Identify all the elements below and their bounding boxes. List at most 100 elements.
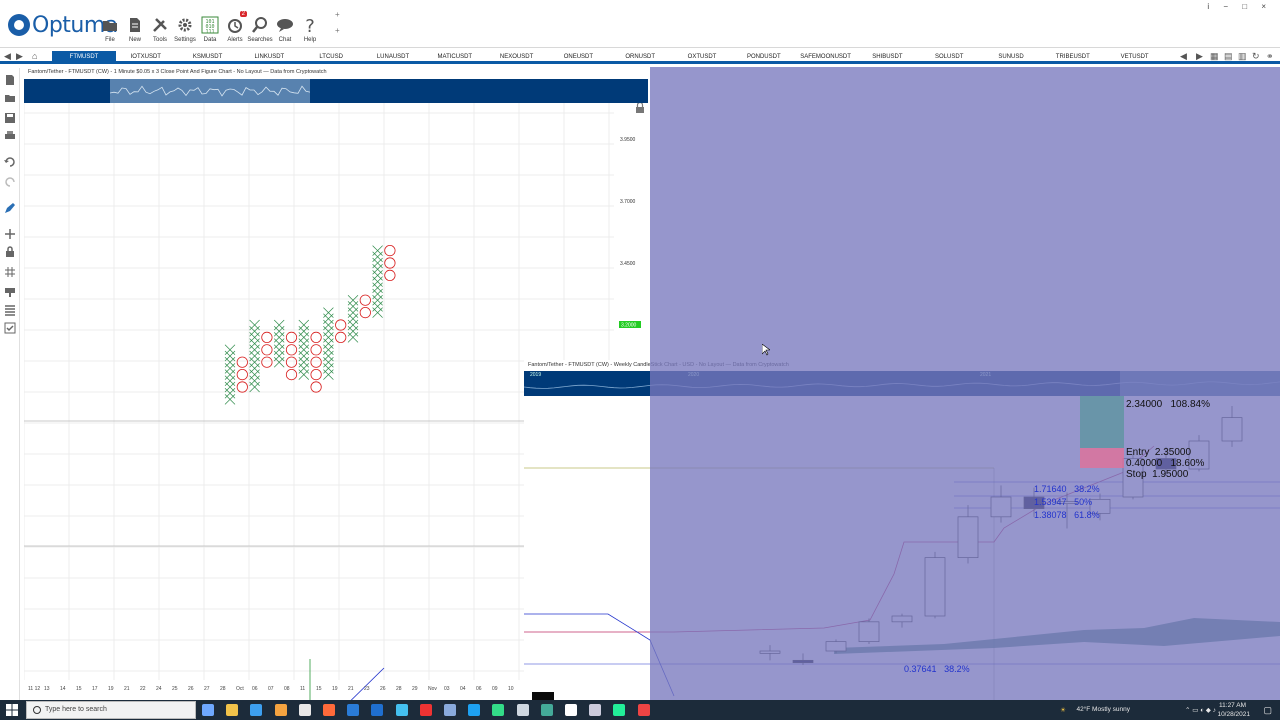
app-icon-18[interactable] (613, 704, 626, 716)
app-icon-10[interactable] (419, 704, 432, 716)
help-button[interactable]: ? Help (296, 14, 324, 46)
link-icon[interactable]: ⚭ (1266, 51, 1274, 62)
pf-date-label: 15 (76, 686, 82, 692)
clock-date[interactable]: 10/28/2021 (1217, 711, 1250, 718)
add-toolbar-icon[interactable]: + (335, 10, 340, 19)
back-arrow-icon[interactable]: ◀ (4, 51, 11, 62)
refresh-icon[interactable]: ↻ (1252, 51, 1260, 62)
tab-sunusd[interactable]: SUNUSD (979, 51, 1043, 63)
tab-lunausdt[interactable]: LUNAUSDT (361, 51, 425, 63)
tab-ornusdt[interactable]: ORNUSDT (608, 51, 672, 63)
pf-date-label: 21 (348, 686, 354, 692)
undo-icon[interactable] (4, 156, 16, 168)
checklist-icon[interactable] (4, 322, 16, 334)
taskbar-search-input[interactable]: Type here to search (26, 701, 196, 719)
list-icon[interactable] (4, 304, 16, 316)
pf-lock-icon[interactable] (636, 103, 644, 113)
layout-icon[interactable]: ▦ (1210, 51, 1219, 62)
drawing-tools-sidebar (0, 68, 20, 700)
new-page-icon[interactable] (4, 74, 16, 86)
new-button[interactable]: New (121, 14, 149, 46)
tabs-scroll-right-icon[interactable]: ▶ (1196, 51, 1203, 62)
pencil-icon[interactable] (4, 202, 16, 214)
tab-nexousdt[interactable]: NEXOUSDT (485, 51, 549, 63)
searches-button[interactable]: Searches (246, 14, 274, 46)
task-view-icon[interactable] (202, 704, 214, 716)
weather-text[interactable]: 42°F Mostly sunny (1076, 706, 1130, 713)
pf-x-mark (224, 350, 236, 362)
app-icon-15[interactable] (540, 704, 553, 716)
pf-o-mark (285, 368, 298, 381)
add-toolbar-icon-2[interactable]: + (335, 26, 340, 35)
tab-ltcusd[interactable]: LTCUSD (299, 51, 363, 63)
tab-pondusdt[interactable]: PONDUSDT (732, 51, 796, 63)
clock-time[interactable]: 11:27 AM (1219, 702, 1246, 709)
forward-arrow-icon[interactable]: ▶ (16, 51, 23, 62)
brave-icon[interactable] (323, 704, 335, 716)
tray-icons[interactable]: ⌃ ▭ ◐ ◆ ♪ (1185, 706, 1216, 714)
app-icon-19[interactable] (637, 704, 650, 716)
app-icon-11[interactable] (444, 704, 456, 716)
tab-safemoonusdt[interactable]: SAFEMOONUSDT (794, 51, 858, 63)
gear-icon (178, 18, 192, 32)
open-folder-icon[interactable] (4, 92, 16, 104)
tab-ksmusdt[interactable]: KSMUSDT (176, 51, 240, 63)
edge-icon[interactable] (371, 704, 384, 716)
alerts-button[interactable]: 2 Alerts (221, 11, 249, 46)
print-icon[interactable] (4, 130, 16, 142)
settings-button[interactable]: Settings (171, 14, 199, 46)
tools-button[interactable]: Tools (146, 14, 174, 46)
maps-icon[interactable] (298, 704, 311, 716)
store-icon[interactable] (250, 704, 263, 716)
pf-o-mark (236, 381, 248, 393)
save-icon[interactable] (4, 112, 16, 124)
lock-icon[interactable] (4, 246, 16, 258)
mail-icon[interactable] (274, 704, 287, 716)
app-icon-14[interactable] (516, 704, 529, 716)
pf-o-mark (236, 368, 248, 381)
tab-maticusdt[interactable]: MATICUSDT (423, 51, 487, 63)
app-icon-17[interactable] (589, 704, 602, 716)
pf-date-label: 28 (220, 686, 226, 692)
pf-x-mark (323, 313, 334, 325)
pf-navigator-bar[interactable] (24, 79, 648, 103)
notes-icon[interactable] (347, 704, 360, 716)
chat-button[interactable]: Chat (271, 14, 299, 46)
pf-o-mark (384, 245, 396, 257)
tab-tribeusdt[interactable]: TRIBEUSDT (1041, 51, 1105, 63)
pf-date-label: 09 (492, 686, 498, 692)
tab-ftmusdt[interactable]: FTMUSDT (52, 51, 116, 63)
tab-oxtusdt[interactable]: OXTUSDT (670, 51, 734, 63)
redo-icon[interactable] (4, 176, 16, 188)
pf-date-label: 10 (508, 686, 514, 692)
home-icon[interactable]: ⌂ (32, 51, 37, 61)
tile-icon[interactable]: ▥ (1238, 51, 1247, 62)
tab-linkusdt[interactable]: LINKUSDT (237, 51, 301, 63)
file-button[interactable]: File (96, 14, 124, 46)
tab-vetusdt[interactable]: VETUSDT (1103, 51, 1167, 63)
pf-date-label: Oct (236, 686, 244, 692)
app-icon-13[interactable] (492, 704, 505, 716)
pf-date-label: 11 12 (28, 686, 40, 692)
window-controls[interactable]: i − □ × (1207, 2, 1272, 11)
data-button[interactable]: 101 010 111 Data (196, 14, 224, 46)
app-icon-12[interactable] (468, 704, 481, 716)
tab-iotxusdt[interactable]: IOTXUSDT (114, 51, 178, 63)
pf-x-mark (273, 350, 285, 362)
chrome-icon[interactable] (395, 704, 408, 716)
search-icon (33, 706, 41, 714)
tab-solusdt[interactable]: SOLUSDT (917, 51, 981, 63)
pf-x-mark (372, 307, 383, 318)
notifications-icon[interactable]: ▢ (1263, 705, 1272, 716)
tabs-scroll-left-icon[interactable]: ◀ (1180, 51, 1187, 62)
file-explorer-icon[interactable] (226, 704, 239, 716)
paint-brush-icon[interactable] (4, 286, 16, 298)
pf-x-mark (323, 356, 334, 368)
tab-oneusdt[interactable]: ONEUSDT (546, 51, 610, 63)
optuma-task-icon[interactable] (565, 704, 577, 716)
tab-shibusdt[interactable]: SHIBUSDT (855, 51, 919, 63)
crosshair-icon[interactable] (4, 228, 16, 240)
windows-start-icon[interactable] (6, 704, 18, 716)
hash-grid-icon[interactable] (4, 266, 16, 278)
grid-icon[interactable]: ▤ (1224, 51, 1233, 62)
